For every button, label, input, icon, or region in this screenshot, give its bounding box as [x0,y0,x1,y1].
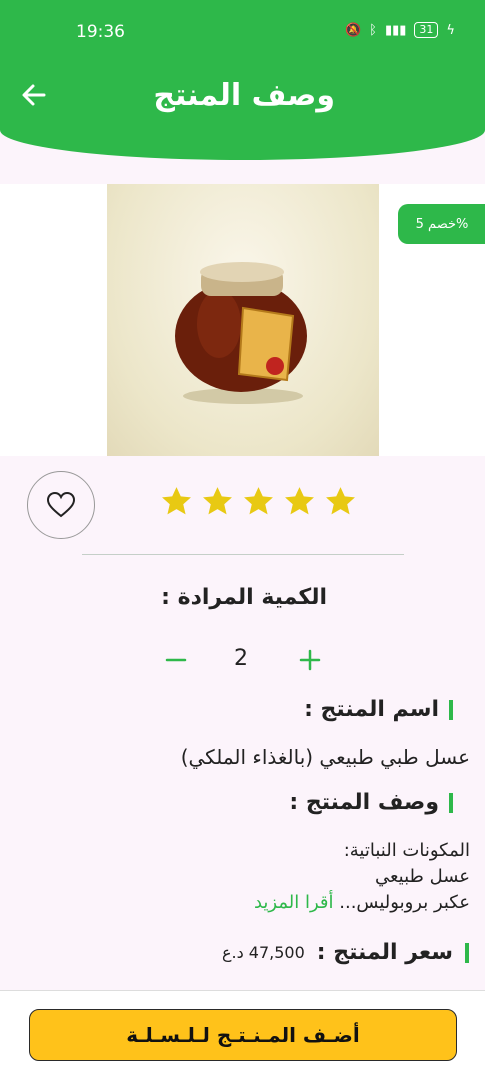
mute-icon: 🔕 [344,22,362,38]
description-line-last: عكبر بروبوليس... أقرا المزيد [30,890,470,916]
decrease-quantity-icon[interactable] [164,648,188,672]
star-icon [244,487,273,515]
product-description-heading: وصف المنتج : [289,790,453,815]
add-to-cart-button[interactable]: أضـف المـنـتـج لـلـسـلـة [29,1009,457,1061]
description-line: عكبر بروبوليس... [339,892,470,913]
star-icon [326,487,355,515]
bottom-action-bar: أضـف المـنـتـج لـلـسـلـة [0,990,485,1081]
product-name-heading: اسم المنتج : [304,697,453,722]
description-line: المكونات النباتية: [343,840,470,861]
signal-icon: ▮▮▮ [384,22,407,38]
page-title: وصف المنتج [153,78,335,113]
favorite-button[interactable] [27,471,95,539]
product-name-label: اسم المنتج : [304,697,439,722]
rating-stars [160,485,357,518]
product-price: 47,500 د.ع [221,943,305,962]
section-marker [449,792,453,813]
divider [82,554,404,555]
section-marker [465,942,469,963]
star-icon [203,487,232,515]
product-image-area: خصم 5% [0,184,485,456]
bluetooth-icon: ᛒ [369,22,377,38]
section-marker [449,699,453,720]
quantity-value: 2 [234,646,248,671]
product-description: المكونات النباتية: عسل طبيعي عكبر بروبول… [30,838,470,916]
quantity-label: الكمية المرادة : [161,585,327,610]
product-price-row: 47,500 د.ع سعر المنتج : [222,940,469,965]
status-time: 19:36 [76,22,125,42]
read-more-link[interactable]: أقرا المزيد [254,892,334,913]
description-line: عسل طبيعي [374,866,470,887]
battery-icon: 31 [414,22,439,38]
back-arrow-icon[interactable] [20,80,48,110]
product-name: عسل طبي طبيعي (بالغذاء الملكي) [180,745,470,769]
heart-icon [46,491,76,518]
star-icon [285,487,314,515]
increase-quantity-icon[interactable] [298,648,322,672]
honey-jar-picture [175,262,307,404]
product-price-label: سعر المنتج : [316,940,453,965]
status-bar: 19:36 🔕 ᛒ ▮▮▮ 31 ϟ [0,0,485,62]
app-header: 19:36 🔕 ᛒ ▮▮▮ 31 ϟ وصف المنتج [0,0,485,160]
product-image [107,184,379,456]
product-description-label: وصف المنتج : [289,790,439,815]
status-icons: 🔕 ᛒ ▮▮▮ 31 ϟ [345,22,455,38]
star-icon [162,487,191,515]
charging-icon: ϟ [446,22,455,38]
discount-badge: خصم 5% [398,204,485,244]
